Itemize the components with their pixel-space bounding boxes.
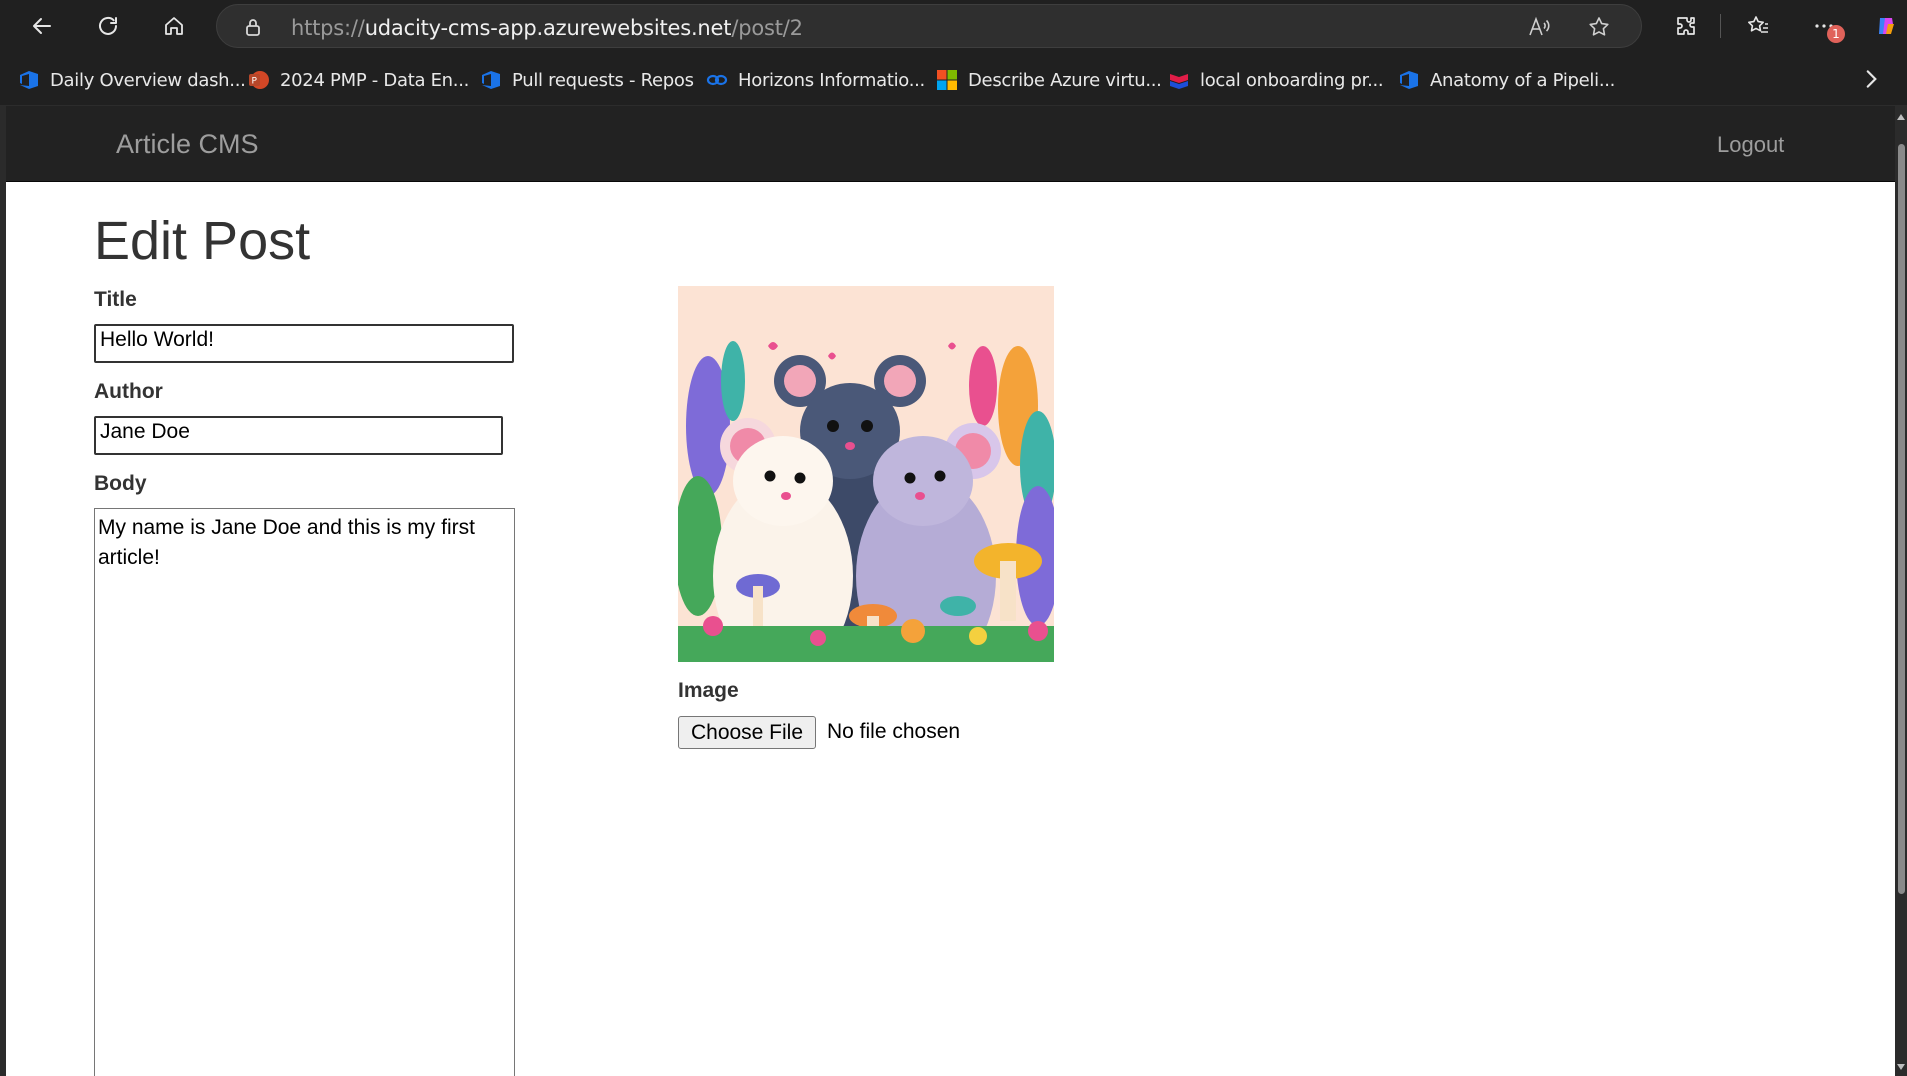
bookmark-daily-overview[interactable]: Daily Overview dash... [18, 68, 246, 92]
powerpoint-icon: P [249, 71, 269, 89]
copilot-icon[interactable] [1864, 4, 1907, 48]
notification-badge: 1 [1827, 25, 1845, 43]
url-text[interactable]: https://udacity-cms-app.azurewebsites.ne… [291, 16, 803, 40]
bookmarks-bar: Daily Overview dash... P 2024 PMP - Data… [0, 52, 1907, 106]
scroll-up-arrow-icon[interactable] [1897, 114, 1905, 120]
azure-devops-icon [20, 71, 38, 89]
lock-icon[interactable] [243, 17, 263, 37]
author-label: Author [94, 380, 163, 403]
bookmark-azure-virtual[interactable]: Describe Azure virtu... [936, 68, 1162, 92]
read-aloud-icon[interactable] [1527, 16, 1551, 38]
body-textarea[interactable]: My name is Jane Doe and this is my first… [94, 508, 515, 1076]
image-label: Image [678, 679, 739, 702]
favorite-star-icon[interactable] [1587, 15, 1611, 39]
scrollbar-thumb[interactable] [1898, 144, 1905, 894]
bookmark-pmp[interactable]: P 2024 PMP - Data En... [248, 68, 469, 92]
post-image [678, 286, 1054, 662]
bookmark-anatomy-pipeline[interactable]: Anatomy of a Pipeli... [1398, 68, 1615, 92]
svg-text:P: P [252, 77, 258, 87]
bookmark-horizons[interactable]: Horizons Informatio... [706, 68, 925, 92]
file-status-text: No file chosen [827, 720, 961, 743]
page-viewport: Article CMS Logout Edit Post Title Hello… [6, 106, 1895, 1076]
refresh-icon[interactable] [86, 4, 130, 48]
favorites-icon[interactable] [1736, 4, 1780, 48]
address-bar[interactable]: https://udacity-cms-app.azurewebsites.ne… [216, 4, 1642, 48]
author-input[interactable]: Jane Doe [94, 416, 503, 455]
home-icon[interactable] [152, 4, 196, 48]
brand-icon [1170, 74, 1188, 89]
azure-devops-icon [482, 71, 500, 89]
logout-link[interactable]: Logout [1717, 132, 1784, 158]
bookmark-pull-requests[interactable]: Pull requests - Repos [480, 68, 694, 92]
choose-file-button[interactable]: Choose File [678, 716, 816, 749]
title-input[interactable]: Hello World! [94, 324, 514, 363]
app-navbar: Article CMS Logout [6, 106, 1895, 182]
app-brand[interactable]: Article CMS [116, 129, 259, 160]
extensions-icon[interactable] [1664, 4, 1708, 48]
title-label: Title [94, 288, 137, 311]
azure-devops-icon [1400, 71, 1418, 89]
page-title: Edit Post [94, 211, 311, 271]
link-icon [706, 74, 728, 86]
body-label: Body [94, 472, 147, 495]
chevron-right-icon[interactable] [1858, 66, 1884, 92]
scroll-down-arrow-icon[interactable] [1897, 1064, 1905, 1070]
bookmark-local-onboarding[interactable]: local onboarding pr... [1168, 68, 1384, 92]
browser-toolbar: https://udacity-cms-app.azurewebsites.ne… [0, 0, 1907, 52]
microsoft-icon [937, 70, 957, 90]
back-icon[interactable] [20, 4, 64, 48]
toolbar-divider [1720, 14, 1721, 38]
page-scrollbar[interactable] [1895, 106, 1907, 1076]
